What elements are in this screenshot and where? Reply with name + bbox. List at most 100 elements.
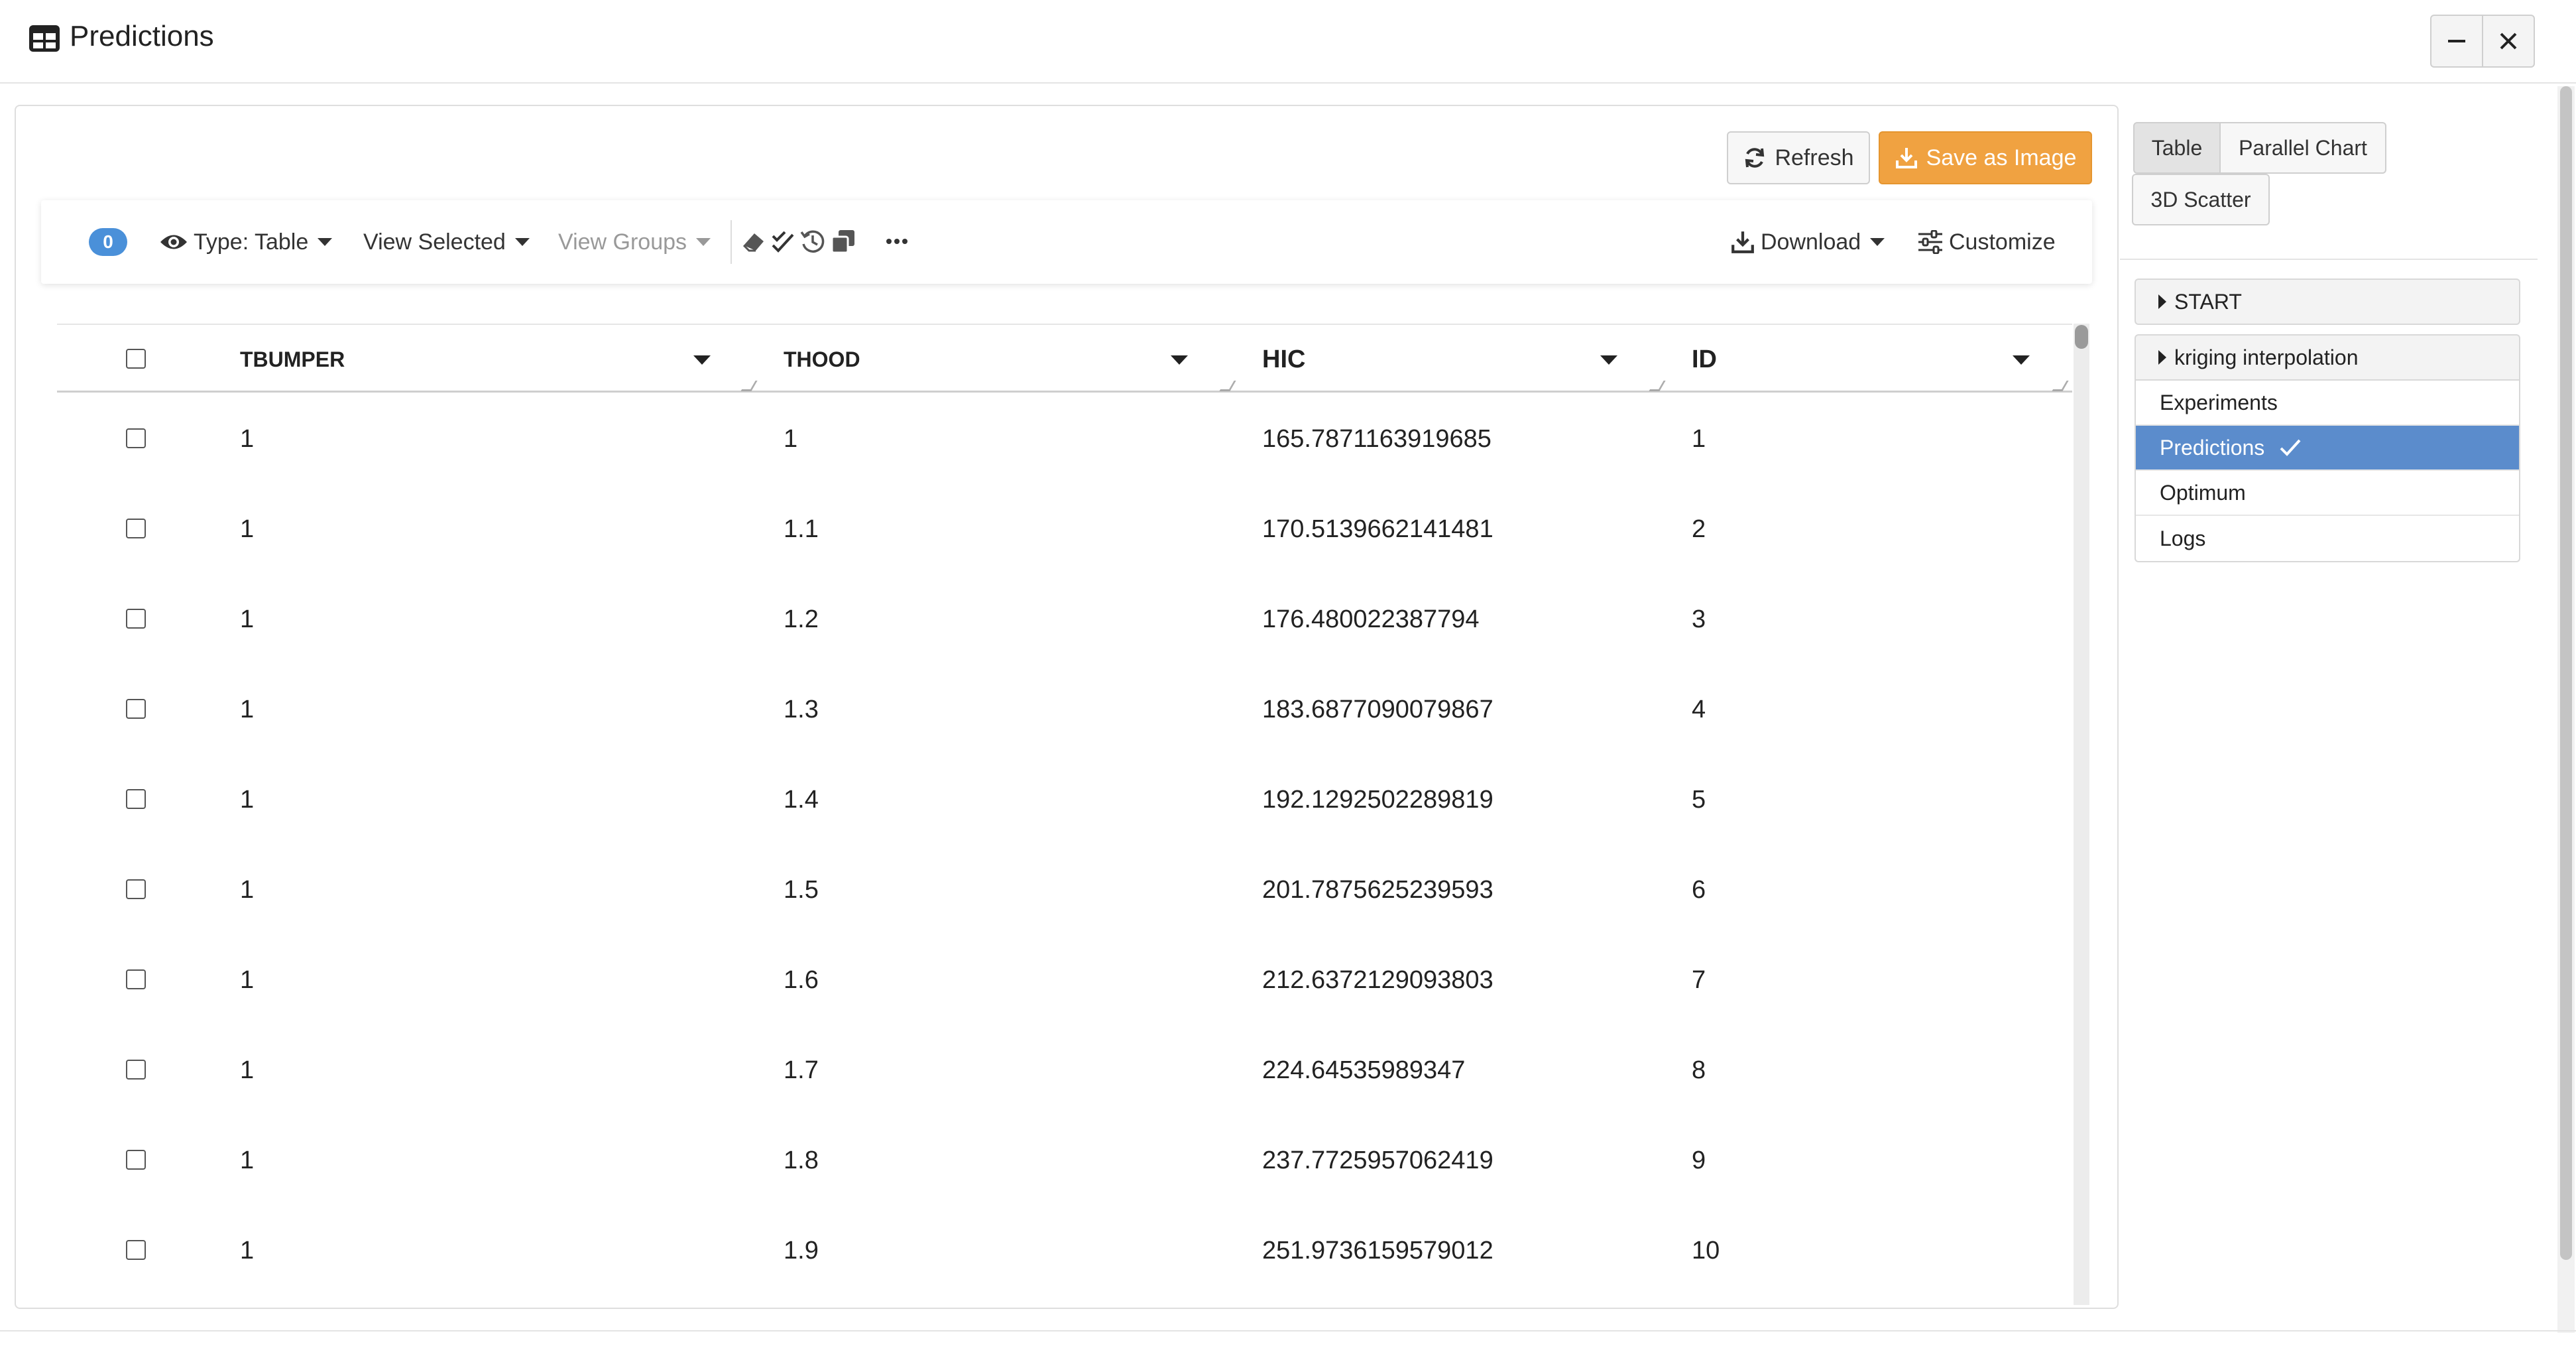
copy-icon[interactable] [830, 228, 856, 255]
nav-item-label: Experiments [2160, 390, 2278, 414]
table-row[interactable]: 1 1.8 237.7725957062419 9 [57, 1115, 2072, 1206]
column-header-label: HIC [1262, 345, 1306, 373]
nav-item-predictions[interactable]: Predictions [2136, 426, 2519, 471]
row-checkbox[interactable] [126, 609, 146, 629]
minimize-icon [2448, 40, 2465, 42]
row-checkbox[interactable] [126, 789, 146, 809]
column-menu-icon[interactable] [693, 355, 711, 365]
column-header-thood[interactable]: THOOD [784, 325, 1248, 394]
download-label: Download [1761, 229, 1861, 255]
cell-id: 9 [1692, 1146, 1706, 1174]
resize-handle-icon[interactable] [1219, 381, 1236, 391]
history-icon[interactable] [799, 228, 826, 255]
cell-thood: 1.4 [784, 785, 819, 814]
nav-item-logs[interactable]: Logs [2136, 516, 2519, 561]
row-checkbox[interactable] [126, 879, 146, 899]
cell-tbumper: 1 [240, 965, 255, 994]
nav-item-label: Logs [2160, 526, 2206, 550]
table-row[interactable]: 1 1.4 192.1292502289819 5 [57, 755, 2072, 845]
resize-handle-icon[interactable] [1649, 381, 1666, 391]
type-dropdown[interactable]: Type: Table [159, 200, 333, 284]
tab-3d-scatter[interactable]: 3D Scatter [2132, 174, 2270, 225]
column-header-tbumper[interactable]: TBUMPER [240, 325, 758, 394]
view-selected-dropdown[interactable]: View Selected [363, 200, 530, 284]
resize-handle-icon[interactable] [2052, 381, 2069, 391]
nav-item-optimum[interactable]: Optimum [2136, 471, 2519, 516]
row-checkbox[interactable] [126, 699, 146, 719]
table-scrollbar-thumb[interactable] [2075, 325, 2088, 349]
caret-right-icon [2158, 294, 2166, 309]
row-checkbox[interactable] [126, 428, 146, 448]
table-row[interactable]: 1 1.9 251.9736159579012 10 [57, 1206, 2072, 1296]
cell-thood: 1.9 [784, 1236, 819, 1265]
nav-item-experiments[interactable]: Experiments [2136, 381, 2519, 426]
cell-id: 6 [1692, 875, 1706, 904]
row-checkbox[interactable] [126, 519, 146, 538]
column-menu-icon[interactable] [2013, 355, 2030, 365]
start-accordion[interactable]: START [2135, 279, 2520, 325]
eraser-icon[interactable] [741, 228, 768, 255]
download-icon [1895, 148, 1917, 168]
table-row[interactable]: 1 1.2 176.480022387794 3 [57, 574, 2072, 664]
column-menu-icon[interactable] [1171, 355, 1188, 365]
cell-hic: 201.7875625239593 [1262, 875, 1493, 904]
cell-tbumper: 1 [240, 875, 255, 904]
check-all-icon[interactable] [770, 228, 797, 255]
column-header-label: TBUMPER [240, 347, 345, 371]
caret-down-icon [696, 238, 711, 246]
cell-thood: 1.5 [784, 875, 819, 904]
download-dropdown[interactable]: Download [1730, 200, 1885, 284]
save-as-image-button[interactable]: Save as Image [1879, 131, 2092, 184]
cell-tbumper: 1 [240, 695, 255, 723]
tab-table[interactable]: Table [2133, 122, 2221, 174]
cell-tbumper: 1 [240, 424, 255, 453]
nav-item-label: Optimum [2160, 480, 2246, 505]
caret-right-icon [2158, 350, 2166, 365]
more-options-icon[interactable] [886, 235, 908, 248]
caret-down-icon [514, 238, 530, 246]
minimize-button[interactable] [2430, 15, 2483, 68]
cell-id: 7 [1692, 965, 1706, 994]
view-groups-label: View Groups [558, 229, 687, 255]
download-icon [1731, 231, 1754, 253]
cell-id: 4 [1692, 695, 1706, 723]
page-scrollbar-thumb[interactable] [2560, 86, 2572, 1260]
table-row[interactable]: 1 1.5 201.7875625239593 6 [57, 845, 2072, 935]
row-checkbox[interactable] [126, 969, 146, 989]
kriging-accordion[interactable]: kriging interpolation [2135, 334, 2520, 381]
row-checkbox[interactable] [126, 1060, 146, 1080]
table-scrollbar[interactable] [2074, 324, 2089, 1305]
page-scrollbar[interactable] [2557, 86, 2575, 1333]
tab-parallel-chart[interactable]: Parallel Chart [2219, 122, 2386, 174]
table-row[interactable]: 1 1 165.7871163919685 1 [57, 394, 2072, 484]
toolbar-divider [731, 220, 732, 264]
select-all-checkbox[interactable] [126, 349, 146, 369]
cell-hic: 170.5139662141481 [1262, 515, 1493, 543]
close-icon [2500, 32, 2517, 50]
customize-button[interactable]: Customize [1917, 200, 2056, 284]
cell-tbumper: 1 [240, 515, 255, 543]
eye-icon [160, 235, 187, 249]
refresh-button[interactable]: Refresh [1727, 131, 1870, 184]
column-header-id[interactable]: ID [1692, 325, 2069, 394]
kriging-sublist: Experiments Predictions Optimum Logs [2135, 381, 2520, 562]
table-icon [29, 25, 60, 52]
table-row[interactable]: 1 1.3 183.6877090079867 4 [57, 664, 2072, 755]
row-checkbox[interactable] [126, 1240, 146, 1260]
cell-hic: 183.6877090079867 [1262, 695, 1493, 723]
table-row[interactable]: 1 1.7 224.64535989347 8 [57, 1025, 2072, 1115]
column-menu-icon[interactable] [1600, 355, 1617, 365]
column-header-hic[interactable]: HIC [1262, 325, 1693, 394]
right-panel-divider [2120, 259, 2538, 260]
view-groups-dropdown[interactable]: View Groups [558, 200, 711, 284]
cell-id: 10 [1692, 1236, 1720, 1265]
sliders-icon [1918, 230, 1942, 254]
row-checkbox[interactable] [126, 1150, 146, 1170]
resize-handle-icon[interactable] [740, 381, 758, 391]
table-row[interactable]: 1 1.6 212.6372129093803 7 [57, 935, 2072, 1025]
close-button[interactable] [2482, 15, 2535, 68]
table-row[interactable]: 1 1.1 170.5139662141481 2 [57, 484, 2072, 574]
cell-id: 3 [1692, 605, 1706, 633]
start-accordion-label: START [2174, 289, 2242, 314]
cell-hic: 237.7725957062419 [1262, 1146, 1493, 1174]
